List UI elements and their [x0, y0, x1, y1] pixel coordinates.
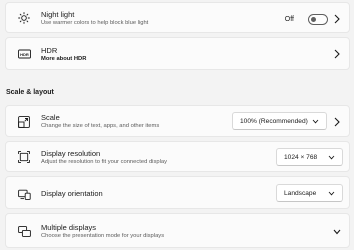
multiple-displays-title: Multiple displays [41, 223, 97, 232]
display-resolution-title: Display resolution [41, 149, 101, 158]
brightness-sun-icon [17, 11, 31, 25]
scale-dropdown-value: 100% (Recommended) [240, 117, 308, 125]
chevron-down-icon[interactable] [333, 227, 341, 237]
multiple-displays-subtitle: Choose the presentation mode for your di… [41, 233, 165, 239]
chevron-down-icon [312, 119, 319, 124]
hdr-more-link[interactable]: More about HDR [41, 56, 86, 62]
scale-dropdown[interactable]: 100% (Recommended) [232, 112, 327, 130]
display-resolution-dropdown-value: 1024 × 768 [284, 153, 318, 161]
display-resolution-card[interactable]: Display resolution Adjust the resolution… [5, 141, 350, 172]
orientation-icon [17, 187, 31, 201]
display-orientation-title: Display orientation [41, 189, 103, 198]
chevron-right-icon[interactable] [333, 49, 341, 59]
toggle-knob [311, 17, 316, 22]
chevron-right-icon[interactable] [333, 14, 341, 24]
hdr-title: HDR [41, 46, 58, 55]
scale-card[interactable]: Scale Change the size of text, apps, and… [5, 105, 350, 137]
scale-title: Scale [41, 113, 60, 122]
night-light-toggle[interactable] [308, 14, 328, 25]
multiple-displays-icon [17, 225, 31, 239]
chevron-right-icon[interactable] [333, 117, 341, 127]
chevron-down-icon [328, 191, 335, 196]
svg-text:HDR: HDR [20, 52, 29, 57]
hdr-icon: HDR [17, 47, 31, 61]
night-light-toggle-label: Off [284, 16, 294, 23]
night-light-subtitle: Use warmer colors to help block blue lig… [41, 20, 149, 26]
display-resolution-subtitle: Adjust the resolution to fit your connec… [41, 159, 167, 165]
chevron-down-icon [328, 155, 335, 160]
night-light-card[interactable]: Night light Use warmer colors to help bl… [5, 2, 350, 33]
display-orientation-dropdown-value: Landscape [284, 189, 317, 197]
section-title-scale-layout: Scale & layout [6, 89, 54, 96]
display-resolution-dropdown[interactable]: 1024 × 768 [276, 148, 343, 166]
resolution-icon [17, 150, 31, 164]
hdr-card[interactable]: HDR HDR More about HDR [5, 37, 350, 70]
multiple-displays-card[interactable]: Multiple displays Choose the presentatio… [5, 213, 350, 248]
scale-subtitle: Change the size of text, apps, and other… [41, 123, 160, 129]
display-orientation-card[interactable]: Display orientation Landscape [5, 176, 350, 209]
night-light-title: Night light [41, 10, 75, 19]
display-orientation-dropdown[interactable]: Landscape [276, 184, 343, 202]
scale-icon [17, 115, 31, 129]
